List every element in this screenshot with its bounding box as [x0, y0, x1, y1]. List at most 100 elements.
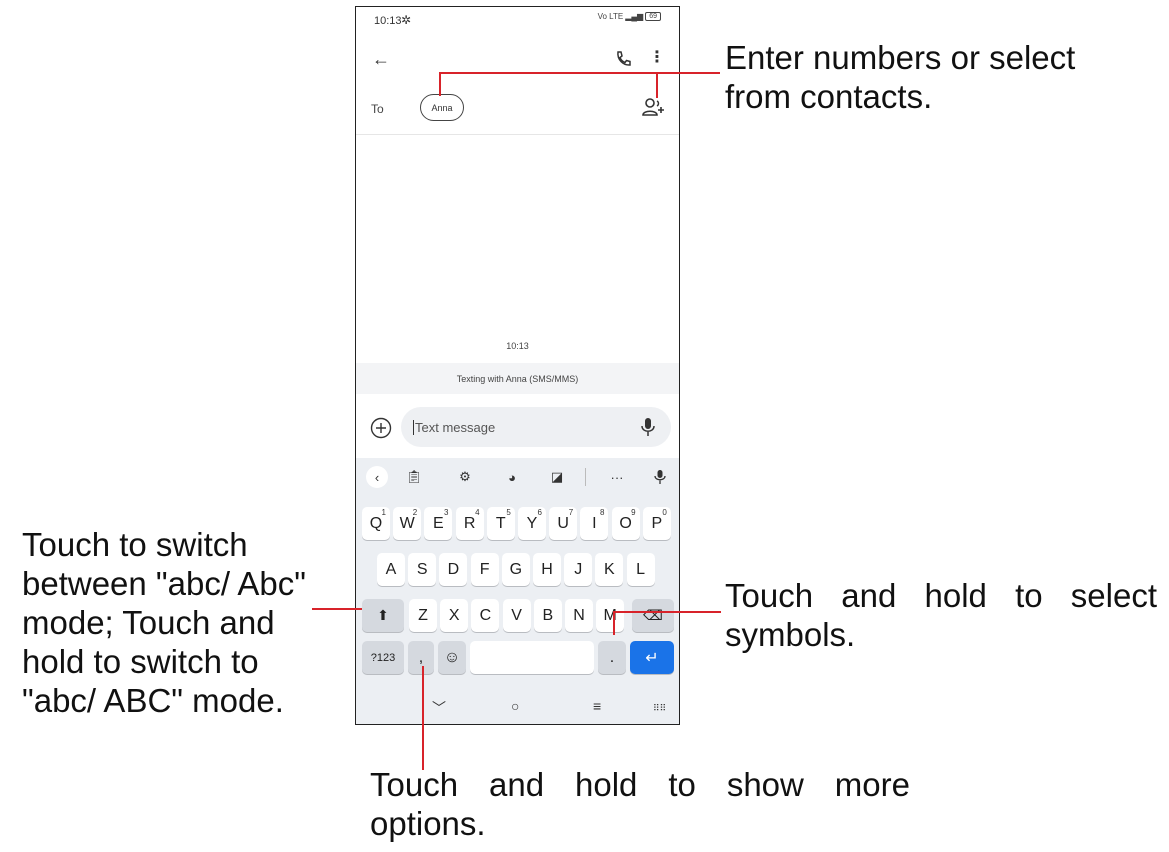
- period-key[interactable]: .: [598, 641, 626, 674]
- more-options-icon[interactable]: ⋮: [649, 47, 665, 67]
- keyboard-switch-icon[interactable]: ⠿⠿: [653, 703, 666, 714]
- key-digit-hint: 8: [599, 508, 605, 517]
- theme-palette-icon[interactable]: ◕: [501, 466, 523, 488]
- key-q[interactable]: Q1: [362, 507, 390, 540]
- key-label: A: [385, 560, 397, 578]
- key-digit-hint: 0: [662, 508, 667, 517]
- key-s[interactable]: S: [408, 553, 437, 586]
- key-label: Q: [369, 514, 383, 532]
- enter-return-icon: ↵: [645, 649, 659, 667]
- text-message-input[interactable]: Text message: [401, 407, 671, 447]
- key-p[interactable]: P0: [642, 507, 671, 540]
- key-label: C: [479, 606, 492, 624]
- key-n[interactable]: N: [565, 599, 593, 632]
- status-time: 10:13: [374, 15, 402, 27]
- phone-screen: 10:13 ✲ Vo LTE ▂▄▆ 69 ← ⋮ To Anna 10:13 …: [355, 6, 680, 725]
- key-g[interactable]: G: [501, 553, 530, 586]
- settings-gear-icon[interactable]: ⚙: [454, 466, 476, 488]
- key-r[interactable]: R4: [455, 507, 484, 540]
- key-digit-hint: 4: [475, 508, 480, 517]
- voice-input-mic-icon[interactable]: [639, 416, 657, 438]
- backspace-icon: ⌫: [643, 607, 663, 623]
- keyboard-mic-icon[interactable]: [649, 466, 671, 488]
- key-k[interactable]: K: [595, 553, 624, 586]
- key-label: R: [463, 514, 476, 532]
- add-contact-icon[interactable]: [642, 97, 664, 117]
- key-label: Z: [418, 606, 428, 624]
- emoji-key[interactable]: ☺: [438, 641, 466, 674]
- key-d[interactable]: D: [439, 553, 468, 586]
- key-e[interactable]: E3: [424, 507, 453, 540]
- attach-plus-icon[interactable]: [370, 417, 392, 439]
- hide-keyboard-chevron-icon[interactable]: ﹀: [432, 698, 446, 718]
- key-z[interactable]: Z: [409, 599, 437, 632]
- backspace-key[interactable]: ⌫: [632, 599, 674, 632]
- key-label: J: [574, 560, 583, 578]
- home-circle-icon[interactable]: ○: [511, 698, 519, 714]
- key-i[interactable]: I8: [580, 507, 609, 540]
- to-label: To: [371, 102, 384, 116]
- phone-call-icon[interactable]: [613, 49, 633, 69]
- recent-apps-menu-icon[interactable]: ≡: [593, 698, 601, 714]
- text-message-placeholder: Text message: [413, 420, 496, 435]
- emoji-smiley-icon: ☺: [443, 648, 461, 666]
- resize-keyboard-icon[interactable]: ◪: [546, 466, 568, 488]
- key-digit-hint: 7: [568, 508, 574, 517]
- key-h[interactable]: H: [533, 553, 561, 586]
- key-u[interactable]: U7: [549, 507, 578, 540]
- enter-key[interactable]: ↵: [630, 641, 674, 674]
- header-divider: [356, 134, 679, 135]
- key-label: I: [592, 514, 597, 532]
- navigation-bar: ﹀ ○ ≡ ⠿⠿: [356, 692, 679, 724]
- key-label: S: [416, 560, 428, 578]
- key-v[interactable]: V: [502, 599, 531, 632]
- settings-gear-icon: ✲: [401, 13, 412, 27]
- signal-icon: ▂▄▆: [625, 12, 644, 21]
- key-l[interactable]: L: [626, 553, 655, 586]
- shift-key[interactable]: ⬆: [362, 599, 404, 632]
- leader-line-top: [439, 72, 720, 74]
- key-label: X: [448, 606, 460, 624]
- key-label: O: [619, 514, 632, 532]
- key-label: U: [557, 514, 569, 532]
- key-o[interactable]: O9: [611, 507, 640, 540]
- key-w[interactable]: W2: [393, 507, 422, 540]
- comma-key[interactable]: ,: [408, 641, 434, 674]
- key-digit-hint: 9: [631, 508, 636, 517]
- key-f[interactable]: F: [470, 553, 499, 586]
- key-label: G: [509, 560, 523, 578]
- key-digit-hint: 6: [537, 508, 542, 517]
- leader-line-right: [613, 611, 721, 613]
- key-b[interactable]: B: [533, 599, 562, 632]
- annotation-symbols: Touch and hold to select symbols.: [725, 577, 1157, 653]
- recipient-chip[interactable]: Anna: [420, 94, 464, 121]
- key-m[interactable]: M: [596, 599, 625, 632]
- key-digit-hint: 1: [381, 508, 386, 517]
- key-label: D: [447, 560, 460, 578]
- back-arrow-icon[interactable]: ←: [372, 49, 390, 70]
- key-digit-hint: 5: [506, 508, 511, 517]
- key-label: V: [511, 606, 522, 624]
- leader-line-top-contact: [656, 72, 658, 98]
- leader-line-bottom: [422, 666, 424, 770]
- annotation-contacts: Enter numbers or select from contacts.: [725, 39, 1076, 115]
- key-a[interactable]: A: [377, 553, 405, 586]
- key-label: W: [399, 514, 415, 532]
- texting-with-banner: Texting with Anna (SMS/MMS): [356, 363, 679, 394]
- toolbar-collapse-icon[interactable]: ‹: [366, 466, 388, 488]
- keyboard: ‹ 📋︎ ⚙ ◕ ◪ ··· Q1W2E3R4T5Y6U7I8O9P0ASDFG…: [356, 458, 679, 692]
- symbols-key[interactable]: ?123: [362, 641, 404, 674]
- key-label: E: [433, 514, 444, 532]
- key-j[interactable]: J: [564, 553, 593, 586]
- clipboard-icon[interactable]: 📋︎: [403, 466, 425, 488]
- space-bar[interactable]: [470, 641, 594, 674]
- volte-label: Vo LTE: [597, 12, 624, 21]
- more-tools-icon[interactable]: ···: [606, 466, 628, 488]
- annotation-shift: Touch to switch between "abc/ Abc" mode;…: [22, 526, 306, 719]
- key-label: N: [573, 606, 585, 624]
- key-c[interactable]: C: [471, 599, 500, 632]
- key-y[interactable]: Y6: [518, 507, 546, 540]
- key-label: F: [479, 560, 490, 578]
- key-x[interactable]: X: [440, 599, 469, 632]
- key-t[interactable]: T5: [486, 507, 515, 540]
